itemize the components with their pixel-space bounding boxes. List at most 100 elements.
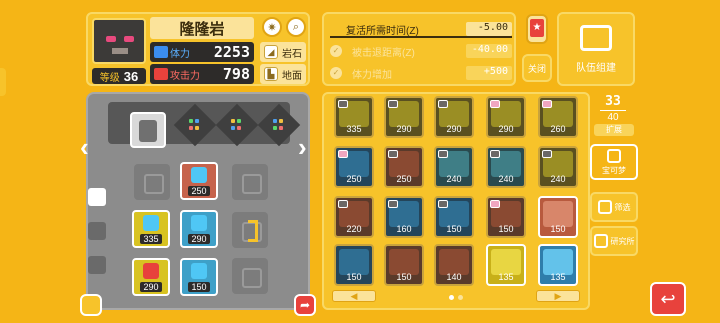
- stone-value: 135: [498, 272, 514, 282]
- stone-value: 290: [140, 282, 162, 292]
- inventory-stone[interactable]: 260: [538, 96, 578, 138]
- stone-value: 150: [396, 272, 412, 282]
- inventory-stone[interactable]: 160: [384, 196, 424, 238]
- inventory-stone[interactable]: 150: [434, 196, 474, 238]
- ground-type-icon: ▙: [264, 67, 278, 81]
- lab-button[interactable]: 研究所: [590, 226, 638, 256]
- locked-slot-icon: [88, 222, 106, 240]
- search-icon[interactable]: ⌕: [286, 17, 306, 37]
- stone-value: 250: [396, 174, 412, 184]
- inventory-stone[interactable]: 250: [334, 146, 374, 188]
- expand-button[interactable]: 扩展: [594, 124, 634, 136]
- back-button[interactable]: ↩: [650, 282, 686, 316]
- inventory-stone[interactable]: 290: [434, 96, 474, 138]
- stone-value: 150: [550, 224, 566, 234]
- stone-value: 250: [346, 174, 362, 184]
- bonus-row: ✓ 体力增加 +500: [330, 64, 512, 82]
- inventory-stone[interactable]: 220: [334, 196, 374, 238]
- empty-slot[interactable]: [134, 164, 170, 200]
- left-edge-tab[interactable]: [0, 68, 6, 96]
- attack-stat: 攻击力 798: [150, 64, 254, 84]
- inventory-stone[interactable]: 150: [384, 244, 424, 286]
- board-stone[interactable]: 150: [180, 258, 218, 296]
- stone-value: 240: [446, 174, 462, 184]
- page-next-button[interactable]: ▶: [536, 290, 580, 302]
- type-rock-tag: ◢ 岩石: [260, 42, 306, 62]
- hp-value: 2253: [213, 43, 250, 61]
- rock-type-icon: ◢: [264, 45, 278, 59]
- inventory-stone[interactable]: 140: [434, 244, 474, 286]
- bonus-value: -40.00: [466, 44, 512, 58]
- stone-value: 135: [550, 272, 566, 282]
- chevron-right-icon[interactable]: ›: [298, 132, 307, 163]
- stone-value: 290: [188, 234, 210, 244]
- stone-value: 260: [550, 124, 566, 134]
- empty-slot[interactable]: [232, 258, 268, 294]
- pokemon-portrait: [92, 18, 146, 64]
- badge-icons: ✷ ⌕: [258, 16, 310, 38]
- close-button[interactable]: 关闭: [522, 54, 552, 82]
- inventory-stone[interactable]: 150: [538, 196, 578, 238]
- stone-value: 150: [188, 282, 210, 292]
- inventory-stone[interactable]: 335: [334, 96, 374, 138]
- inventory-stone[interactable]: 135: [486, 244, 526, 286]
- stone-value: 140: [446, 272, 462, 282]
- check-icon: ✓: [330, 67, 342, 79]
- chevron-left-icon[interactable]: ‹: [80, 132, 89, 163]
- bookmark-button[interactable]: ★: [526, 14, 548, 44]
- capacity-current: 33: [605, 94, 621, 109]
- locked-slot-icon: [88, 256, 106, 274]
- pokemon-button[interactable]: 宝可梦: [590, 144, 638, 180]
- board-stone[interactable]: 335: [132, 210, 170, 248]
- stone-value: 150: [498, 224, 514, 234]
- stone-value: 250: [188, 186, 210, 196]
- inventory-stone[interactable]: 240: [538, 146, 578, 188]
- hp-label: 体力: [170, 48, 190, 60]
- heart-icon: [154, 46, 168, 58]
- inventory-stone[interactable]: 150: [334, 244, 374, 286]
- inventory-stone[interactable]: 240: [486, 146, 526, 188]
- hp-stat: 体力 2253: [150, 42, 254, 62]
- main-slot[interactable]: [130, 112, 166, 148]
- diamond-slot[interactable]: [257, 103, 301, 147]
- inventory-stone[interactable]: 290: [486, 96, 526, 138]
- diamond-slot[interactable]: [173, 103, 217, 147]
- inventory-stone[interactable]: 290: [384, 96, 424, 138]
- inventory-stone[interactable]: 150: [486, 196, 526, 238]
- inventory-stone[interactable]: 250: [384, 146, 424, 188]
- stone-value: 335: [140, 234, 162, 244]
- share-icon[interactable]: ➦: [294, 294, 316, 316]
- board-stone[interactable]: 250: [180, 162, 218, 200]
- empty-slot[interactable]: [232, 164, 268, 200]
- type2-label: 地面: [282, 70, 302, 82]
- star-icon: ★: [530, 19, 544, 37]
- page-dot: [458, 295, 463, 300]
- page-prev-button[interactable]: ◀: [332, 290, 376, 302]
- sort-button-label: 筛选: [614, 202, 631, 212]
- gear-badge-icon[interactable]: ✷: [262, 17, 282, 37]
- page-dot-active: [449, 295, 454, 300]
- pokemon-info-panel: 等级 36 隆隆岩 ✷ ⌕ 体力 2253 攻击力 798 ◢ 岩石 ▙ 地面: [86, 12, 310, 86]
- board-stone[interactable]: 290: [180, 210, 218, 248]
- copy-icon[interactable]: [88, 188, 106, 206]
- diamond-slot[interactable]: [215, 103, 259, 147]
- capacity-counter: 33 40: [596, 94, 630, 128]
- pokemon-switch-icon[interactable]: [80, 294, 102, 316]
- stone-value: 290: [396, 124, 412, 134]
- attack-value: 798: [222, 65, 250, 83]
- lab-icon: [593, 234, 608, 248]
- sort-button[interactable]: 筛选: [590, 192, 638, 222]
- team-icon: [580, 24, 612, 51]
- gem-icon: [191, 263, 207, 279]
- inventory-stone[interactable]: 240: [434, 146, 474, 188]
- bonus-panel: 复活所需时间(Z) -5.00 ✓ 被击退距离(Z) -40.00 ✓ 体力增加…: [322, 12, 516, 86]
- board-stone[interactable]: 290: [132, 258, 170, 296]
- team-build-button[interactable]: 队伍组建: [557, 12, 635, 86]
- attack-label: 攻击力: [170, 70, 200, 82]
- selection-bracket: [248, 220, 258, 242]
- return-icon: ↩: [660, 289, 676, 309]
- pokemon-slot-icon: [139, 120, 157, 142]
- inventory-stone[interactable]: 135: [538, 244, 578, 286]
- bonus-row: 复活所需时间(Z) -5.00: [330, 20, 512, 38]
- gem-icon: [143, 263, 159, 279]
